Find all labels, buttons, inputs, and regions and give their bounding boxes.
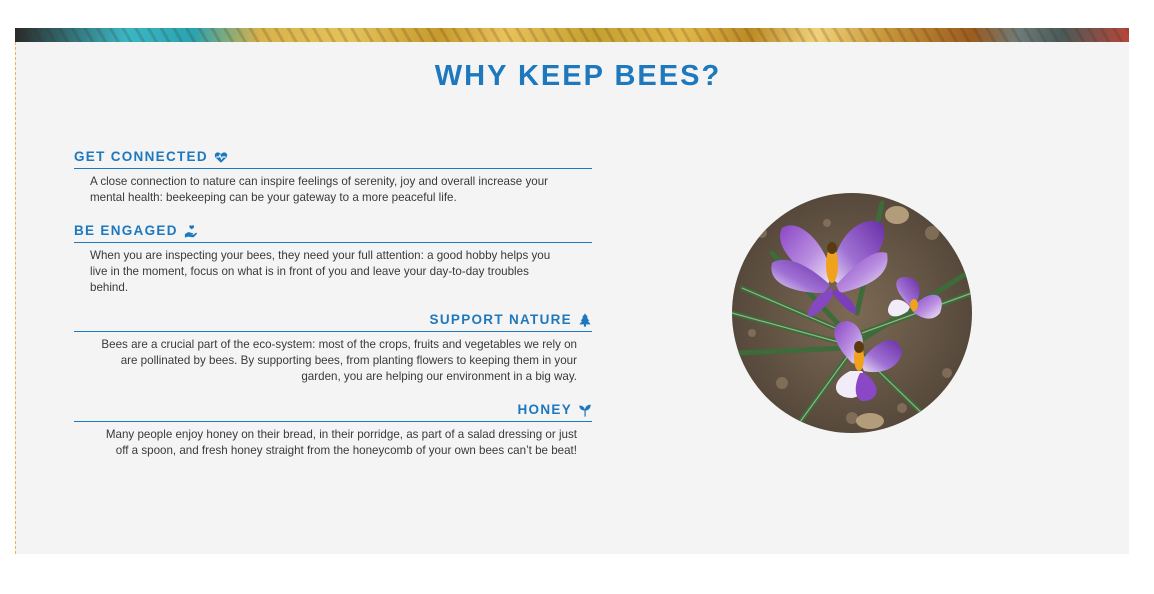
benefit-be-engaged: BE ENGAGED When you are inspecting your … (74, 223, 592, 296)
benefit-heading: HONEY (74, 402, 592, 422)
benefit-get-connected: GET CONNECTED A close connection to natu… (74, 149, 592, 206)
benefit-description: A close connection to nature can inspire… (90, 175, 548, 204)
benefit-description: When you are inspecting your bees, they … (90, 249, 551, 294)
benefit-heading: BE ENGAGED (74, 223, 592, 243)
benefit-description: Many people enjoy honey on their bread, … (105, 428, 577, 457)
section-title: WHY KEEP BEES? (434, 60, 722, 92)
benefit-heading: SUPPORT NATURE (74, 312, 592, 332)
hero-image-strip (15, 28, 1129, 42)
benefit-support-nature: SUPPORT NATURE Bees are a crucial part o… (74, 312, 592, 385)
benefit-heading-label: GET CONNECTED (74, 149, 208, 164)
benefit-heading-label: BE ENGAGED (74, 223, 178, 238)
benefit-heading-label: SUPPORT NATURE (429, 312, 572, 327)
benefit-description: Bees are a crucial part of the eco-syste… (101, 338, 577, 383)
benefit-heading: GET CONNECTED (74, 149, 592, 169)
hand-holding-heart-icon (184, 224, 198, 238)
tree-icon (578, 312, 592, 327)
crocus-photo (732, 193, 972, 433)
heartbeat-icon (214, 150, 228, 164)
why-keep-bees-section: WHY KEEP BEES? GET CONNECTED A close con… (15, 42, 1129, 554)
seedling-icon (578, 403, 592, 417)
benefit-honey: HONEY Many people enjoy honey on their b… (74, 402, 592, 459)
benefit-heading-label: HONEY (517, 402, 572, 417)
